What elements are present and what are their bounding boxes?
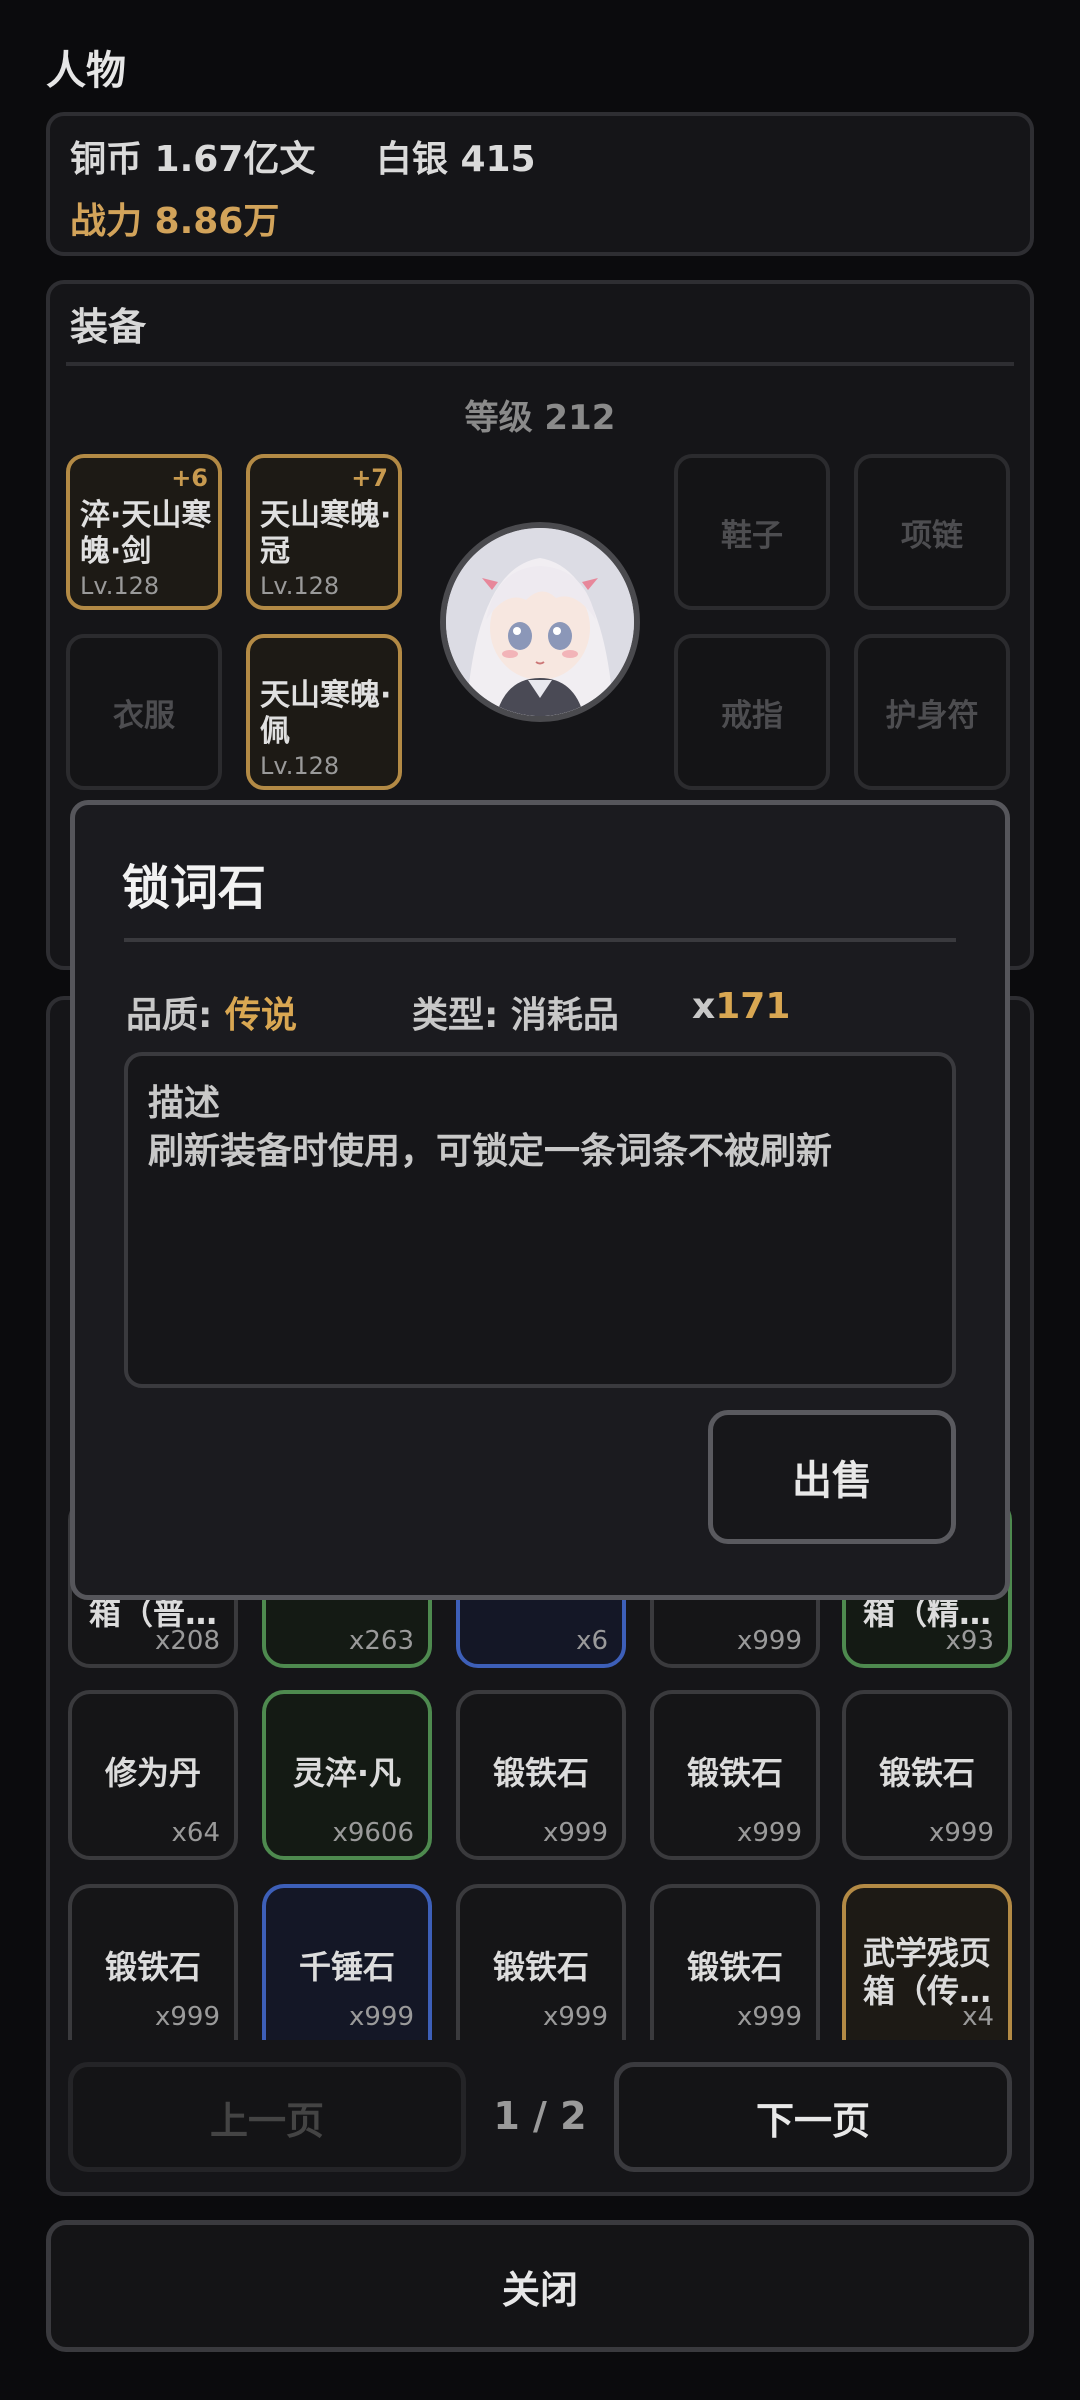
count-prefix: x <box>692 986 716 1027</box>
modal-title: 锁词石 <box>122 860 267 916</box>
item-name: 锻铁石 <box>104 1948 201 1986</box>
inventory-item[interactable]: 锻铁石 x999 <box>456 1884 626 2040</box>
item-quantity: x6 <box>576 1626 608 1656</box>
equip-slot-clothes[interactable]: 衣服 <box>66 634 222 790</box>
inventory-item[interactable]: 千锤石 x999 <box>262 1884 432 2040</box>
equip-name: 天山寒魄·冠 <box>260 498 392 569</box>
inventory-item[interactable]: 锻铁石 x999 <box>68 1884 238 2040</box>
equip-level: Lv.128 <box>260 572 340 600</box>
character-avatar[interactable] <box>440 522 640 722</box>
equip-name: 淬·天山寒魄·剑 <box>80 498 212 569</box>
inventory-item[interactable]: 灵淬·凡 x9606 <box>262 1690 432 1860</box>
item-quantity: x999 <box>736 2002 802 2032</box>
slot-label: 鞋子 <box>721 517 783 554</box>
item-count: x171 <box>692 986 790 1027</box>
inventory-item[interactable]: 锻铁石 x999 <box>456 1690 626 1860</box>
modal-divider <box>124 938 956 942</box>
quality-value: 传说 <box>224 995 297 1036</box>
item-quality: 品质: 传说 <box>126 986 297 1038</box>
item-name: 武学残页箱（传… <box>862 1934 991 2010</box>
item-quantity: x93 <box>945 1626 994 1656</box>
silver-coins: 白银 415 <box>375 139 536 180</box>
equip-slot-weapon[interactable]: +6 淬·天山寒魄·剑 Lv.128 <box>66 454 222 610</box>
avatar-portrait <box>446 528 634 716</box>
slot-label: 戒指 <box>721 697 783 734</box>
description-text: 刷新装备时使用，可锁定一条词条不被刷新 <box>148 1131 833 1172</box>
item-quantity: x9606 <box>332 1818 414 1848</box>
description-label: 描述 <box>148 1083 221 1124</box>
item-name: 修为丹 <box>104 1754 201 1792</box>
equipment-divider <box>66 362 1014 366</box>
combat-power: 战力 8.86万 <box>70 201 280 242</box>
equip-slot-amulet[interactable]: 护身符 <box>854 634 1010 790</box>
equip-slot-shoes[interactable]: 鞋子 <box>674 454 830 610</box>
next-page-button[interactable]: 下一页 <box>614 2062 1012 2172</box>
item-name: 锻铁石 <box>492 1948 589 1986</box>
item-quantity: x999 <box>542 2002 608 2032</box>
equip-level: Lv.128 <box>80 572 160 600</box>
item-type: 类型: 消耗品 <box>412 995 619 1036</box>
equip-name: 天山寒魄·佩 <box>260 678 392 749</box>
quality-label: 品质: <box>126 995 213 1036</box>
slot-label: 护身符 <box>885 697 979 734</box>
item-quantity: x999 <box>736 1818 802 1848</box>
currency-row: 铜币 1.67亿文 白银 415 <box>70 130 584 182</box>
slot-label: 项链 <box>901 517 963 554</box>
page-indicator: 1 / 2 <box>493 2094 587 2138</box>
close-button[interactable]: 关闭 <box>46 2220 1034 2352</box>
item-name: 灵淬·凡 <box>292 1754 402 1792</box>
item-quantity: x64 <box>171 1818 220 1848</box>
description-box <box>124 1052 956 1388</box>
equip-slot-pendant[interactable]: 天山寒魄·佩 Lv.128 <box>246 634 402 790</box>
item-quantity: x999 <box>928 1818 994 1848</box>
item-quantity: x999 <box>736 1626 802 1656</box>
sell-button[interactable]: 出售 <box>708 1410 956 1544</box>
item-quantity: x208 <box>154 1626 220 1656</box>
item-name: 锻铁石 <box>878 1754 975 1792</box>
item-name: 锻铁石 <box>686 1948 783 1986</box>
prev-page-button[interactable]: 上一页 <box>68 2062 466 2172</box>
enhance-level: +7 <box>351 464 388 492</box>
inventory-item[interactable]: 锻铁石 x999 <box>842 1690 1012 1860</box>
inventory-item[interactable]: 武学残页箱（传… x4 <box>842 1884 1012 2040</box>
inventory-item[interactable]: 修为丹 x64 <box>68 1690 238 1860</box>
character-level: 等级 212 <box>464 398 616 438</box>
item-quantity: x263 <box>348 1626 414 1656</box>
inventory-item[interactable]: 锻铁石 x999 <box>650 1690 820 1860</box>
equip-slot-ring[interactable]: 戒指 <box>674 634 830 790</box>
equip-slot-helmet[interactable]: +7 天山寒魄·冠 Lv.128 <box>246 454 402 610</box>
item-name: 千锤石 <box>298 1948 395 1986</box>
item-quantity: x999 <box>348 2002 414 2032</box>
inventory-item[interactable]: 锻铁石 x999 <box>650 1884 820 2040</box>
item-quantity: x999 <box>542 1818 608 1848</box>
item-name: 锻铁石 <box>492 1754 589 1792</box>
equip-level: Lv.128 <box>260 752 340 780</box>
item-name: 锻铁石 <box>686 1754 783 1792</box>
slot-label: 衣服 <box>113 697 175 734</box>
copper-coins: 铜币 1.67亿文 <box>70 139 316 180</box>
equipment-title: 装备 <box>70 305 147 349</box>
count-value: 171 <box>715 986 791 1027</box>
equip-slot-necklace[interactable]: 项链 <box>854 454 1010 610</box>
enhance-level: +6 <box>171 464 208 492</box>
page-title: 人物 <box>46 48 126 94</box>
item-quantity: x999 <box>154 2002 220 2032</box>
item-quantity: x4 <box>962 2002 994 2032</box>
